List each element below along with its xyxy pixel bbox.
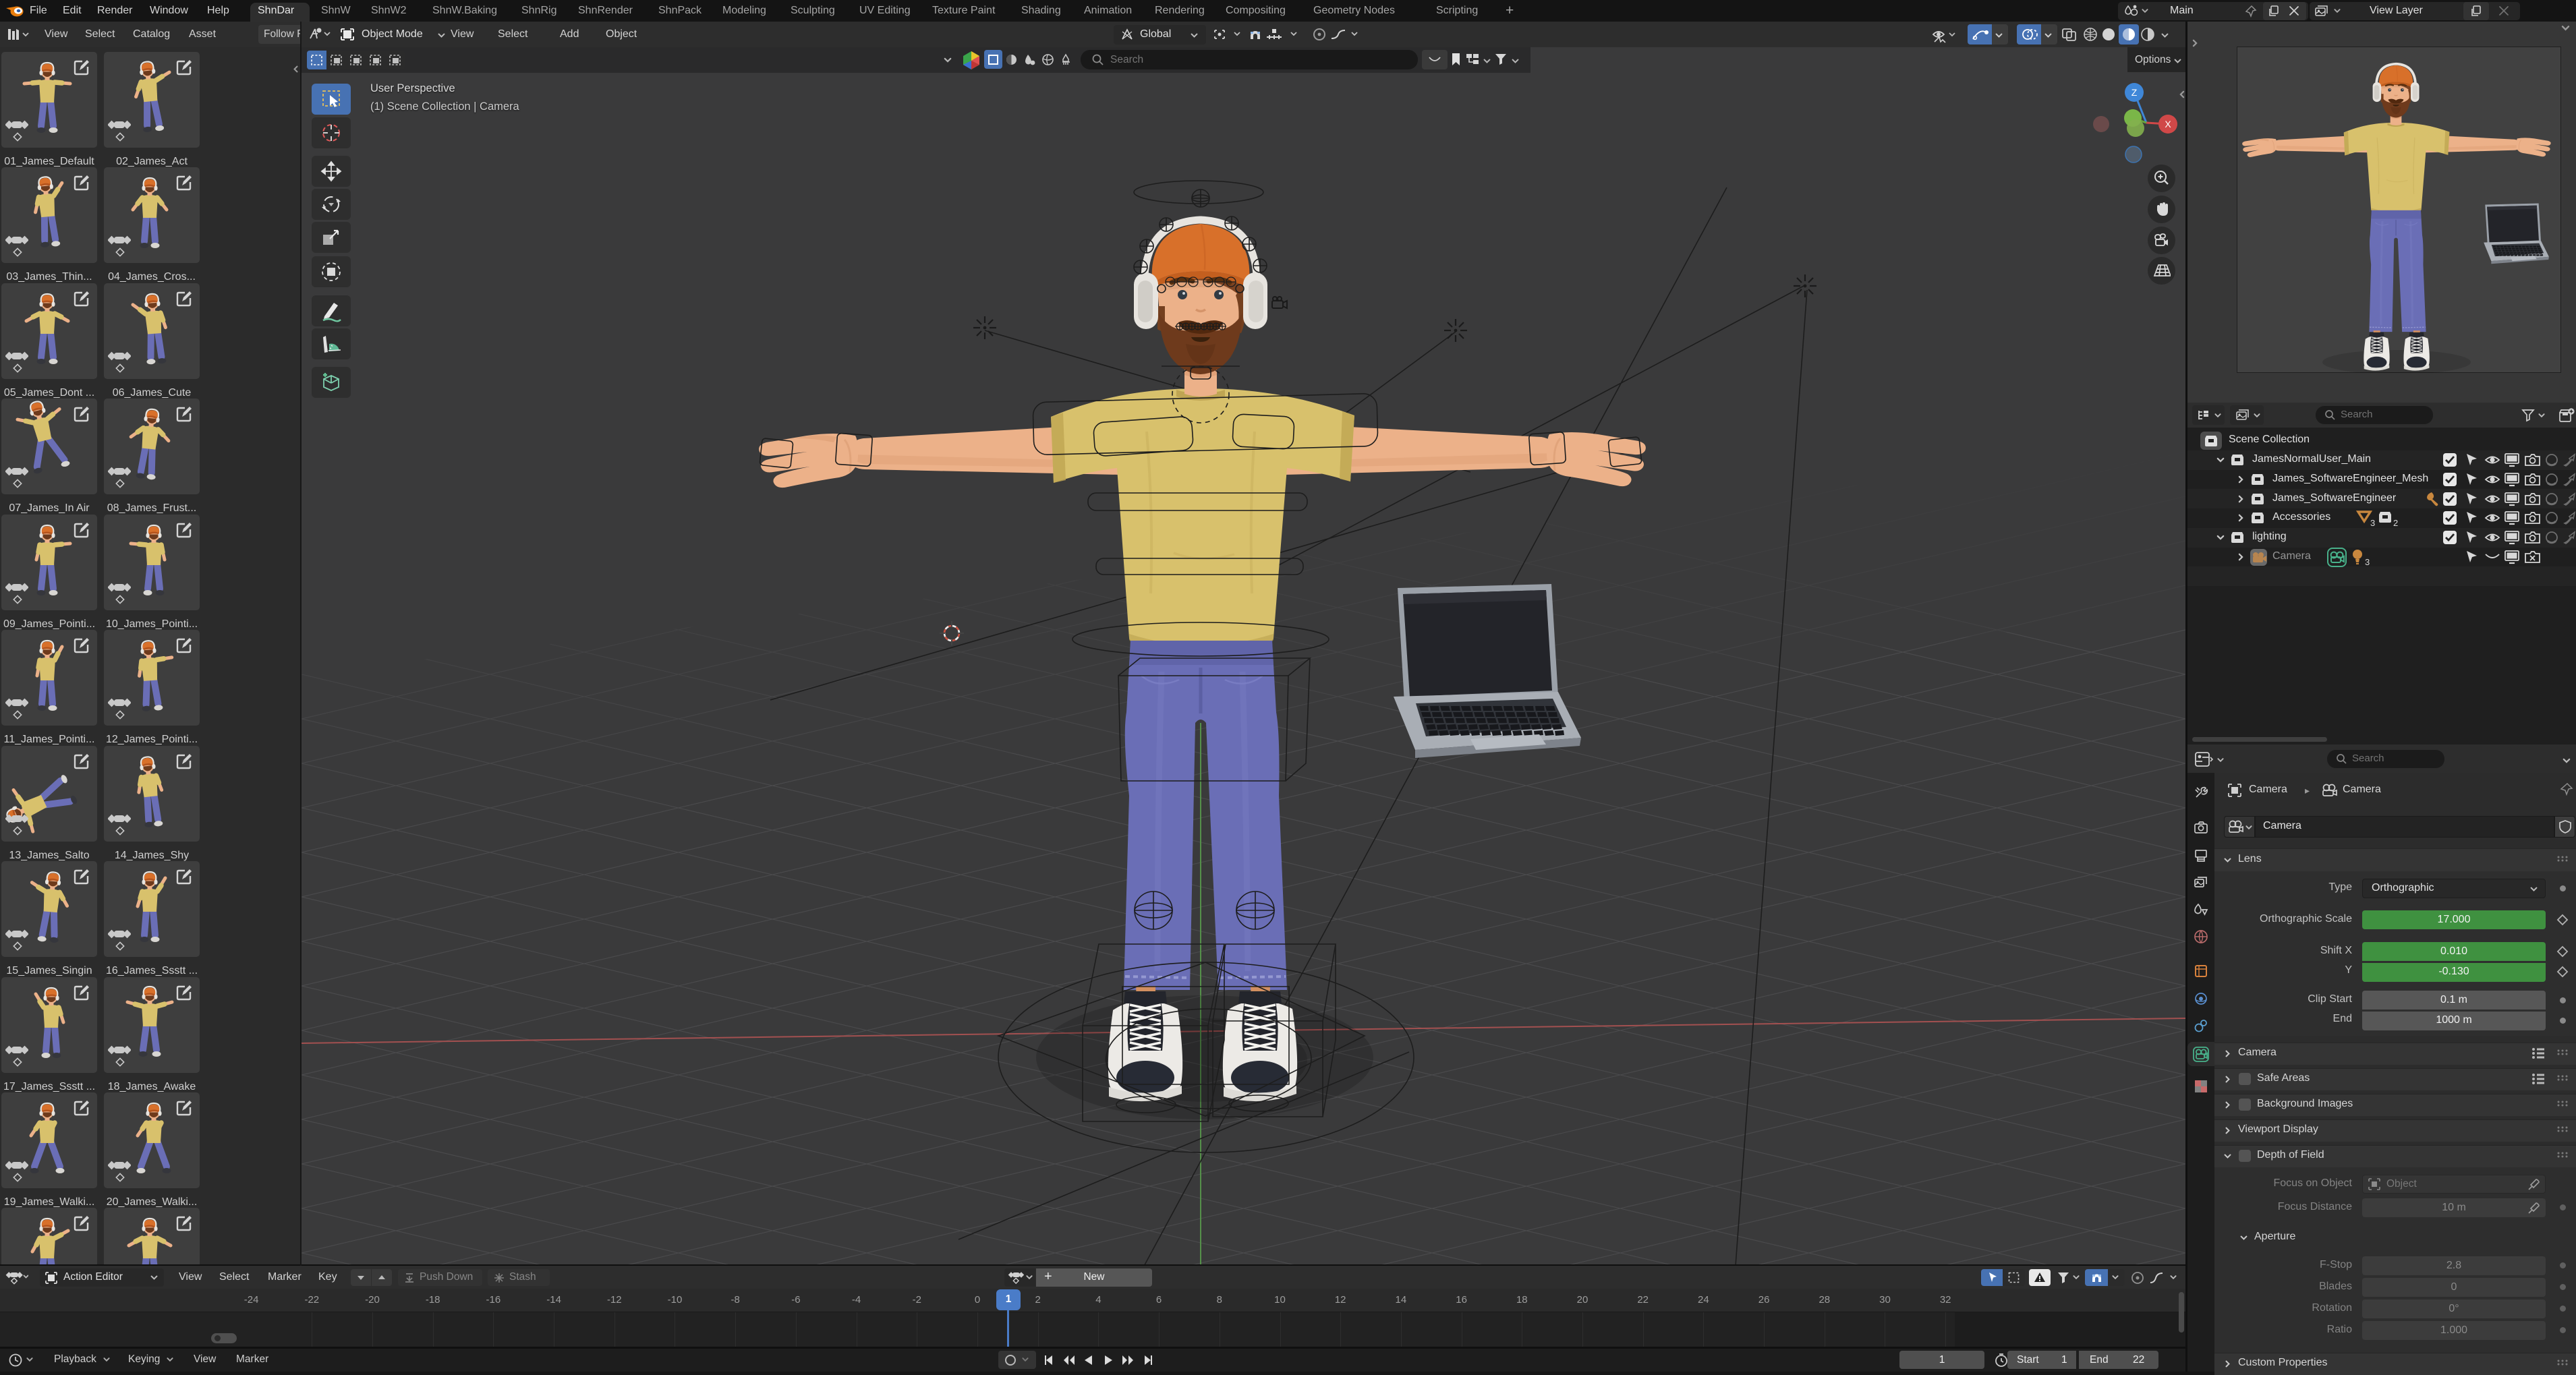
svg-text:X: X <box>2165 119 2171 129</box>
svg-text:Z: Z <box>2131 87 2138 98</box>
